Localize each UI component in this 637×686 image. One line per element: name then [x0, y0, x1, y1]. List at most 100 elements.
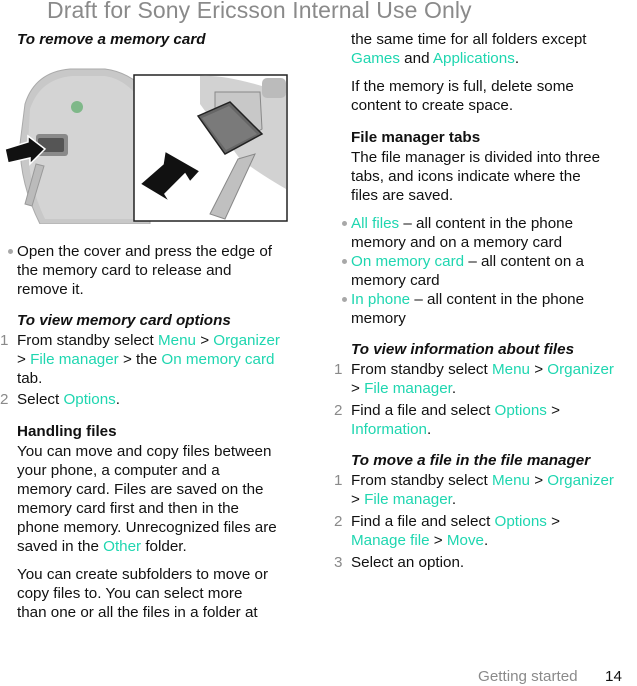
- text-segment: You can create subfolders to move or: [17, 566, 269, 583]
- text-segment: .: [451, 380, 457, 397]
- step-line: From standby select Menu > Organizer: [351, 361, 614, 379]
- paragraph-line: memory card. Files are saved on the: [17, 481, 263, 499]
- tab-description-line: All files – all content in the phone: [351, 215, 573, 233]
- text-segment: .: [426, 421, 432, 438]
- bullet-icon: [8, 249, 13, 254]
- text-segment: >: [351, 380, 365, 397]
- heading-handling-files: Handling files: [17, 423, 117, 440]
- text-segment: files are saved.: [351, 187, 454, 204]
- step-number: 2: [334, 402, 343, 419]
- step-line: tab.: [17, 370, 42, 388]
- paragraph-line: If the memory is full, delete some: [351, 78, 574, 96]
- paragraph-line: your phone, a computer and a: [17, 462, 220, 480]
- text-segment: – all content in the phone: [410, 291, 585, 308]
- paragraph-line: the same time for all folders except: [351, 31, 587, 49]
- paragraph-line: Games and Applications.: [351, 50, 519, 68]
- text-segment: memory card: [351, 272, 440, 289]
- menu-path-link: Move: [446, 532, 484, 549]
- menu-path-link: Organizer: [547, 361, 614, 378]
- step-line: Information.: [351, 421, 431, 439]
- text-segment: saved in the: [17, 538, 104, 555]
- paragraph-line: memory card first and then in the: [17, 500, 239, 518]
- paragraph-line: The file manager is divided into three: [351, 149, 600, 167]
- text-segment: memory card first and then in the: [17, 500, 240, 517]
- step-line: > File manager.: [351, 380, 456, 398]
- text-segment: – all content in the phone: [399, 215, 574, 232]
- step-number: 2: [0, 391, 9, 408]
- menu-path-link: Options: [494, 402, 547, 419]
- menu-path-link: Applications: [432, 50, 515, 67]
- text-segment: tab.: [17, 370, 43, 387]
- tab-description-line: memory and on a memory card: [351, 234, 562, 252]
- text-segment: >: [529, 361, 548, 378]
- sony-ericsson-logo-icon: [71, 101, 83, 113]
- text-segment: your phone, a computer and a: [17, 462, 220, 479]
- menu-path-link: On memory card: [161, 351, 275, 368]
- menu-path-link: On memory card: [351, 253, 465, 270]
- text-segment: From standby select: [17, 332, 158, 349]
- text-segment: memory: [351, 310, 406, 327]
- text-segment: content to create space.: [351, 97, 514, 114]
- text-segment: Select: [17, 391, 64, 408]
- menu-path-link: File manager: [364, 380, 452, 397]
- text-segment: folder.: [141, 538, 187, 555]
- step-number: 3: [334, 554, 343, 571]
- text-segment: From standby select: [351, 361, 492, 378]
- menu-path-link: Menu: [491, 361, 530, 378]
- text-segment: than one or all the files in a folder at: [17, 604, 258, 621]
- bullet-icon: [342, 221, 347, 226]
- bullet-icon: [342, 259, 347, 264]
- text-segment: memory and on a memory card: [351, 234, 563, 251]
- step-number: 1: [0, 332, 9, 349]
- remove-instruction-line: remove it.: [17, 281, 84, 298]
- menu-path-link: All files: [351, 215, 400, 232]
- text-segment: The file manager is divided into three: [351, 149, 601, 166]
- text-segment: > the: [118, 351, 162, 368]
- tab-description-line: On memory card – all content on a: [351, 253, 584, 271]
- paragraph-line: files are saved.: [351, 187, 453, 205]
- tab-description-line: memory: [351, 310, 406, 328]
- heading-move-file: To move a file in the file manager: [351, 452, 591, 469]
- step-number: 1: [334, 472, 343, 489]
- heading-view-file-information: To view information about files: [351, 341, 575, 358]
- footer-section-title: Getting started: [478, 668, 578, 685]
- menu-path-link: Organizer: [547, 472, 614, 489]
- text-segment: tabs, and icons indicate where the: [351, 168, 581, 185]
- bullet-icon: [342, 297, 347, 302]
- step-line: Find a file and select Options >: [351, 402, 560, 420]
- text-segment: >: [429, 532, 447, 549]
- text-segment: >: [17, 351, 31, 368]
- remove-instruction-line: Open the cover and press the edge of: [17, 243, 272, 260]
- menu-path-link: File manager: [30, 351, 119, 368]
- step-line: From standby select Menu > Organizer: [351, 472, 614, 490]
- menu-path-link: In phone: [351, 291, 411, 308]
- step-line: > File manager.: [351, 491, 456, 509]
- step-line: Select an option.: [351, 554, 464, 572]
- page-number: 14: [605, 668, 622, 685]
- paragraph-line: tabs, and icons indicate where the: [351, 168, 581, 186]
- paragraph-line: than one or all the files in a folder at: [17, 604, 258, 622]
- text-segment: – all content on a: [464, 253, 584, 270]
- text-segment: >: [546, 402, 560, 419]
- text-segment: From standby select: [351, 472, 492, 489]
- inset-detail: [133, 74, 288, 222]
- menu-path-link: Manage file: [351, 532, 430, 549]
- remove-instruction-line: the memory card to release and: [17, 262, 232, 279]
- step-number: 1: [334, 361, 343, 378]
- text-segment: .: [451, 491, 457, 508]
- paragraph-line: You can move and copy files between: [17, 443, 271, 461]
- text-segment: the same time for all folders except: [351, 31, 587, 48]
- text-segment: memory card. Files are saved on the: [17, 481, 264, 498]
- step-number: 2: [334, 513, 343, 530]
- text-segment: and: [399, 50, 433, 67]
- step-line: Find a file and select Options >: [351, 513, 560, 531]
- menu-path-link: Organizer: [213, 332, 280, 349]
- menu-path-link: Options: [63, 391, 116, 408]
- step-line: Select Options.: [17, 391, 120, 409]
- step-line: Manage file > Move.: [351, 532, 488, 550]
- text-segment: phone memory. Unrecognized files are: [17, 519, 277, 536]
- heading-remove-memory-card: To remove a memory card: [17, 31, 206, 48]
- step-line: From standby select Menu > Organizer: [17, 332, 280, 350]
- text-segment: >: [546, 513, 560, 530]
- text-segment: Select an option.: [351, 554, 465, 571]
